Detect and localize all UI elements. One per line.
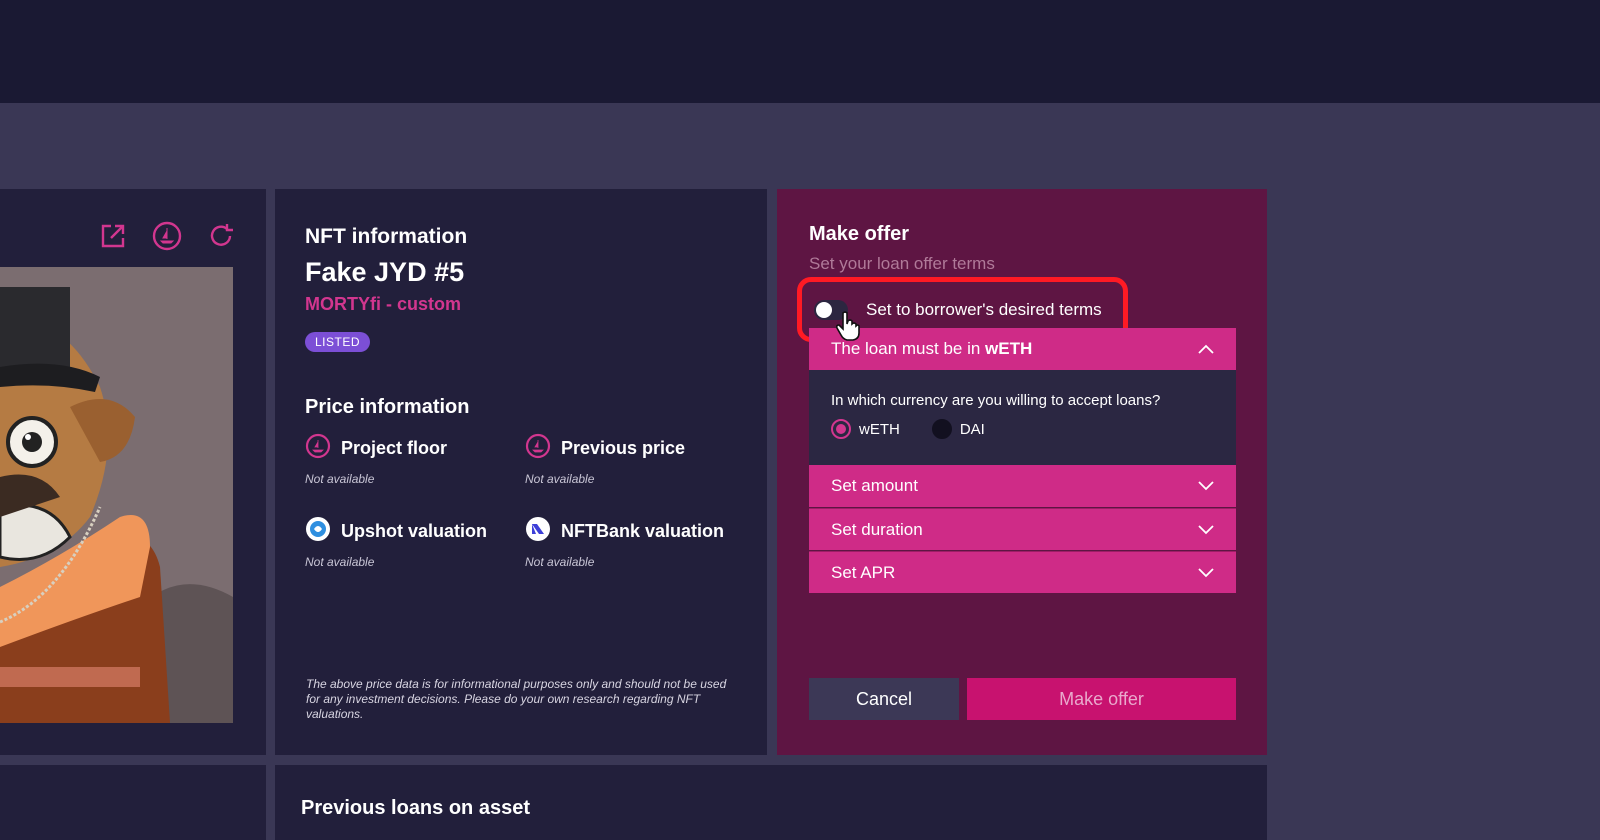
price-grid: Project floor Not available Previous pri… [305,433,737,569]
opensea-icon [525,433,551,464]
radio-dai[interactable]: DAI [931,419,985,439]
price-item-label: NFTBank valuation [561,521,725,541]
price-item-value: Not available [525,555,595,569]
nft-image [0,267,233,723]
accordion-label: Set amount [831,476,918,495]
set-duration-accordion[interactable]: Set duration [809,508,1236,550]
accordion-label: Set APR [831,562,896,582]
nftbank-icon [525,516,551,547]
cancel-button[interactable]: Cancel [809,678,959,720]
set-apr-accordion[interactable]: Set APR [809,551,1236,593]
price-item-previous-price: Previous price Not available [525,433,745,486]
previous-loans-title: Previous loans on asset [301,797,530,819]
chevron-down-icon [1198,520,1214,540]
make-offer-panel: Make offer Set your loan offer terms Set… [777,189,1267,755]
price-item-value: Not available [305,555,375,569]
price-item-nftbank: NFTBank valuation Not available [525,516,745,569]
price-info-title: Price information [305,396,470,418]
set-amount-accordion[interactable]: Set amount [809,465,1236,507]
nft-info-title: NFT information [305,225,468,248]
offer-subtitle: Set your loan offer terms [809,254,995,273]
toggle-knob [816,301,832,318]
opensea-icon [305,433,331,464]
currency-header-text: The loan must be in wETH [831,339,1032,359]
chevron-down-icon [1198,476,1214,496]
radio-circle-checked [831,419,851,439]
price-item-label: Previous price [561,438,686,458]
nft-info-panel: NFT information Fake JYD #5 MORTYfi - cu… [275,189,767,755]
price-item-value: Not available [525,472,595,486]
collection-name[interactable]: MORTYfi - custom [305,294,737,315]
price-item-upshot: Upshot valuation Not available [305,516,525,569]
external-link-icon[interactable] [96,219,130,253]
hand-cursor-icon [835,311,861,346]
currency-radio-group: wETH DAI [831,419,1214,439]
opensea-icon[interactable] [150,219,184,253]
status-badge: LISTED [305,332,371,352]
upshot-icon [305,516,331,547]
radio-weth[interactable]: wETH [831,419,900,439]
chevron-up-icon [1198,339,1214,359]
bottom-left-panel [0,765,266,840]
price-item-project-floor: Project floor Not available [305,433,525,486]
accordion-label: Set duration [831,519,923,539]
currency-header-value: wETH [985,339,1033,358]
refresh-icon[interactable] [204,219,238,253]
nft-name: Fake JYD #5 [305,257,465,287]
make-offer-button[interactable]: Make offer [967,678,1236,720]
chevron-down-icon [1198,563,1214,583]
toggle-label: Set to borrower's desired terms [866,299,1102,319]
currency-question: In which currency are you willing to acc… [831,392,1161,409]
price-disclaimer: The above price data is for informationa… [306,677,727,721]
price-item-label: Upshot valuation [341,521,488,541]
offer-title: Make offer [809,223,910,245]
top-bar [0,0,1600,103]
radio-circle [931,419,952,439]
nft-image-panel [0,189,266,755]
image-actions [96,219,238,253]
price-item-label: Project floor [341,438,448,458]
currency-accordion-body: In which currency are you willing to acc… [809,370,1236,465]
currency-accordion-header[interactable]: The loan must be in wETH [809,328,1236,370]
previous-loans-panel: Previous loans on asset [275,765,1267,840]
radio-label: wETH [859,420,900,438]
radio-label: DAI [959,420,985,438]
price-item-value: Not available [305,472,375,486]
